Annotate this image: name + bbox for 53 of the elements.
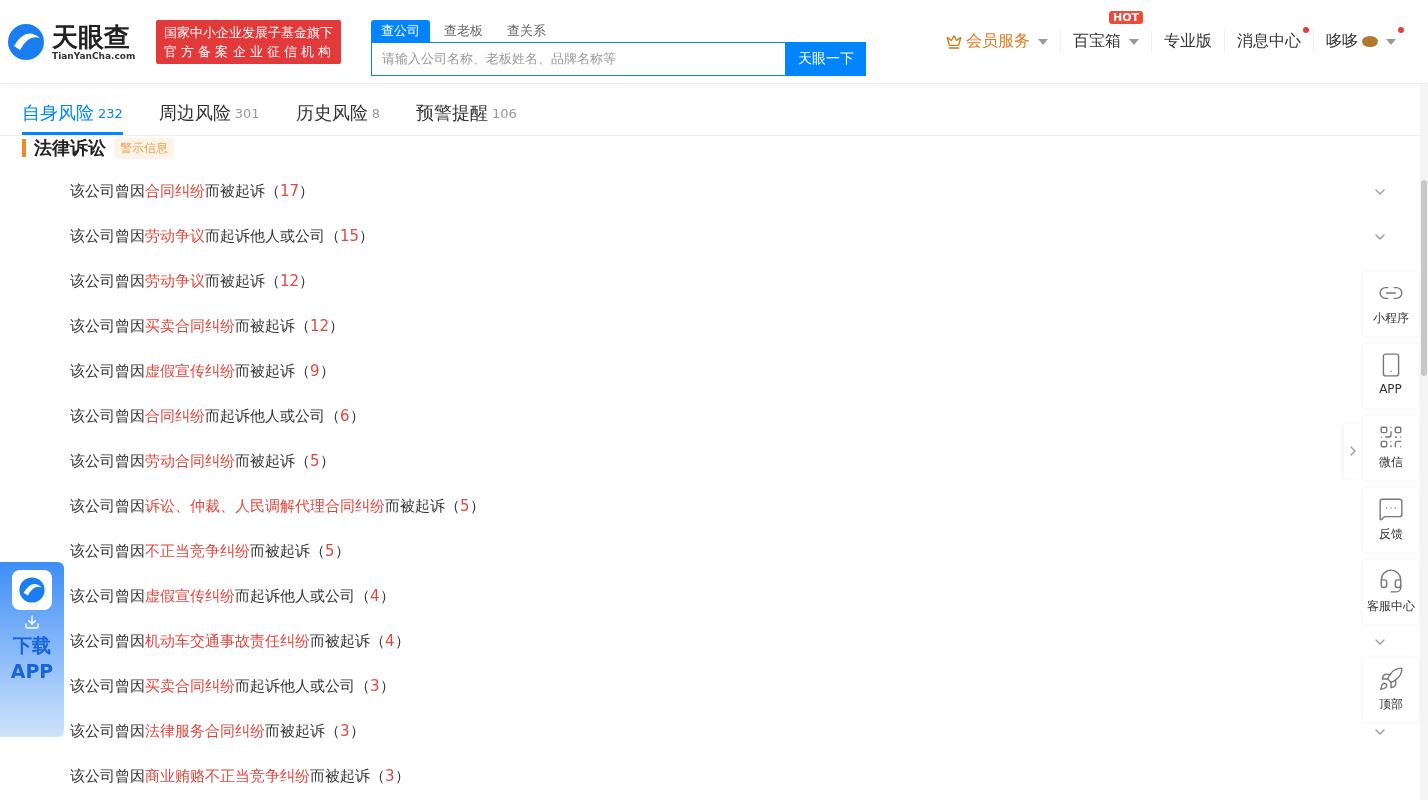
app-logo-icon — [12, 570, 52, 610]
lawsuit-summary: 该公司曾因劳动争议而被起诉（12） — [70, 272, 315, 291]
lawsuit-summary: 该公司曾因虚假宣传纠纷而被起诉（9） — [70, 362, 335, 381]
avatar-icon — [1362, 36, 1378, 47]
risk-tab[interactable]: 自身风险 232 — [22, 84, 123, 135]
lawsuit-summary: 该公司曾因机动车交通事故责任纠纷而被起诉（4） — [70, 632, 410, 651]
download-label: 下载 — [13, 634, 51, 656]
section-title: 法律诉讼 — [34, 136, 106, 160]
side-panel-item[interactable]: 小程序 — [1363, 272, 1418, 336]
risk-tab[interactable]: 周边风险 301 — [158, 84, 260, 135]
lawsuit-summary: 该公司曾因买卖合同纠纷而起诉他人或公司（3） — [70, 677, 395, 696]
lawsuit-summary: 该公司曾因买卖合同纠纷而被起诉（12） — [70, 317, 345, 336]
search-tab[interactable]: 查老板 — [434, 19, 493, 42]
nav-item[interactable]: 哆哆 — [1313, 31, 1408, 52]
search-tab[interactable]: 查关系 — [497, 19, 556, 42]
lawsuit-summary: 该公司曾因诉讼、仲裁、人民调解代理合同纠纷而被起诉（5） — [70, 497, 485, 516]
logo-domain: TianYanCha.com — [52, 50, 136, 61]
hot-badge: HOT — [1108, 11, 1143, 24]
download-label: APP — [10, 660, 54, 682]
rocket-icon — [1377, 666, 1404, 692]
search-field[interactable]: 请输入公司名称、老板姓名、品牌名称等 — [371, 41, 786, 76]
lawsuit-summary: 该公司曾因合同纠纷而起诉他人或公司（6） — [70, 407, 365, 426]
collapse-button[interactable] — [1344, 424, 1362, 478]
risk-tab[interactable]: 历史风险 8 — [295, 84, 380, 135]
logo-name: 天眼查 — [52, 22, 131, 51]
side-panel-item[interactable]: 客服中心 — [1363, 560, 1418, 624]
logo-icon — [6, 21, 46, 62]
tab-count: 301 — [234, 105, 260, 121]
lawsuit-summary: 该公司曾因合同纠纷而被起诉（17） — [70, 182, 315, 201]
search-tab[interactable]: 查公司 — [371, 19, 430, 42]
tab-count: 106 — [491, 105, 517, 121]
risk-tab[interactable]: 预警提醒 106 — [415, 84, 517, 135]
scrollbar-thumb[interactable] — [1421, 180, 1427, 376]
tab-count: 232 — [98, 105, 123, 121]
side-panel-item[interactable]: 微信 — [1363, 416, 1418, 480]
slogan-banner: 国家中小企业发展子基金旗下 官 方 备 案 企 业 征 信 机 构 — [156, 19, 341, 64]
crown-icon — [946, 33, 962, 50]
lawsuit-summary: 该公司曾因不正当竞争纠纷而被起诉（5） — [70, 542, 350, 561]
side-panel-item[interactable]: 顶部 — [1363, 658, 1418, 722]
warning-tag: 警示信息 — [114, 137, 174, 159]
chat-icon — [1377, 496, 1404, 522]
lawsuit-summary: 该公司曾因劳动合同纠纷而被起诉（5） — [70, 452, 335, 471]
tab-count: 8 — [371, 105, 380, 121]
nav-item[interactable]: 消息中心 — [1224, 31, 1313, 52]
lawsuit-summary: 该公司曾因劳动争议而起诉他人或公司（15） — [70, 227, 375, 246]
lawsuit-summary: 该公司曾因法律服务合同纠纷而被起诉（3） — [70, 722, 365, 741]
lawsuit-summary: 该公司曾因虚假宣传纠纷而起诉他人或公司（4） — [70, 587, 395, 606]
side-panel-item[interactable]: 反馈 — [1363, 488, 1418, 552]
side-panel-item[interactable]: APP — [1363, 344, 1418, 408]
download-icon — [24, 614, 40, 630]
search-button[interactable]: 天眼一下 — [786, 41, 866, 76]
lawsuit-summary: 该公司曾因商业贿赂不正当竞争纠纷而被起诉（3） — [70, 767, 410, 786]
nav-item[interactable]: 专业版 — [1151, 31, 1224, 52]
